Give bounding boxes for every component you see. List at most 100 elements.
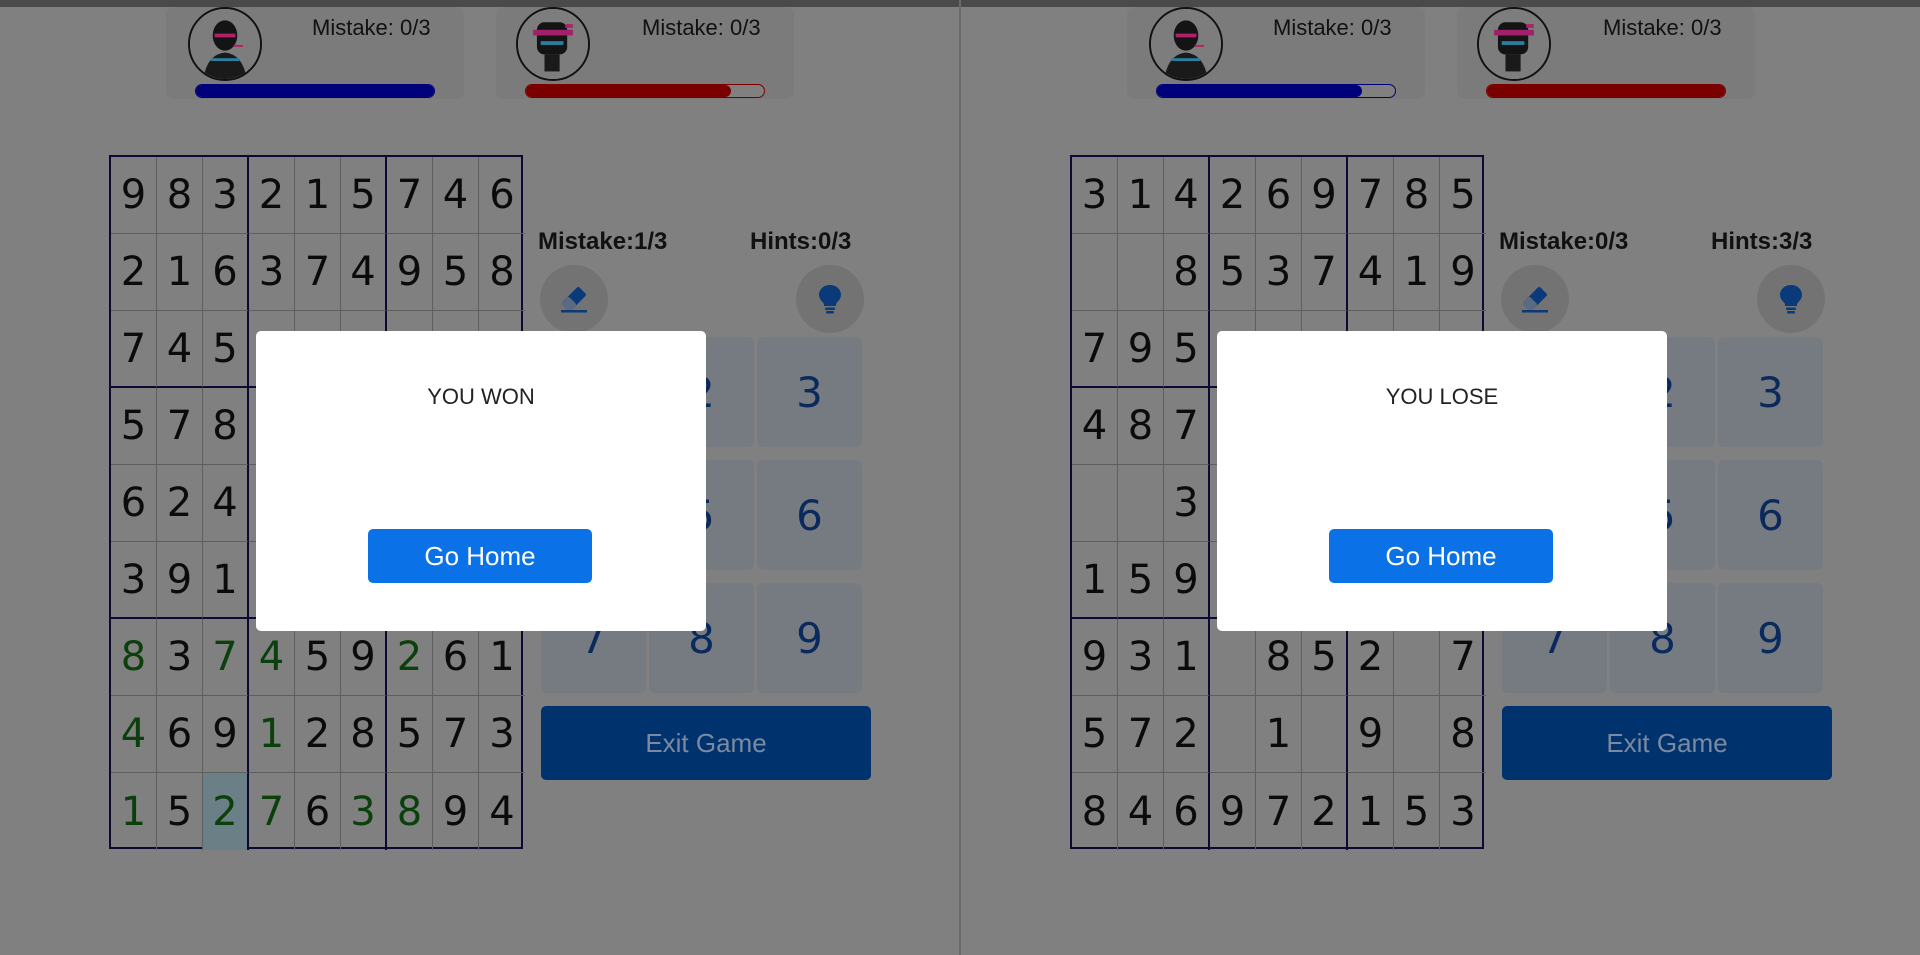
sudoku-cell[interactable]: 2 bbox=[203, 773, 249, 850]
hint-button[interactable] bbox=[796, 265, 864, 333]
erase-button[interactable] bbox=[1501, 265, 1569, 333]
sudoku-cell[interactable]: 1 bbox=[295, 157, 341, 234]
sudoku-cell[interactable]: 2 bbox=[1164, 696, 1210, 773]
sudoku-cell[interactable]: 8 bbox=[1440, 696, 1486, 773]
sudoku-cell[interactable]: 1 bbox=[111, 773, 157, 850]
sudoku-cell[interactable]: 7 bbox=[1072, 311, 1118, 388]
number-key-6[interactable]: 6 bbox=[757, 460, 862, 570]
sudoku-cell[interactable]: 3 bbox=[203, 157, 249, 234]
sudoku-cell[interactable]: 7 bbox=[249, 773, 295, 850]
sudoku-cell[interactable]: 7 bbox=[1256, 773, 1302, 850]
sudoku-cell[interactable]: 1 bbox=[203, 542, 249, 619]
sudoku-cell[interactable]: 3 bbox=[1072, 157, 1118, 234]
erase-button[interactable] bbox=[540, 265, 608, 333]
sudoku-cell[interactable]: 6 bbox=[295, 773, 341, 850]
sudoku-cell[interactable]: 7 bbox=[157, 388, 203, 465]
sudoku-cell[interactable]: 4 bbox=[1164, 157, 1210, 234]
sudoku-cell[interactable]: 3 bbox=[111, 542, 157, 619]
sudoku-cell[interactable] bbox=[1118, 465, 1164, 542]
sudoku-cell[interactable]: 4 bbox=[1348, 234, 1394, 311]
sudoku-cell[interactable]: 7 bbox=[295, 234, 341, 311]
sudoku-cell[interactable]: 3 bbox=[341, 773, 387, 850]
sudoku-cell[interactable] bbox=[1210, 696, 1256, 773]
sudoku-cell[interactable]: 3 bbox=[1118, 619, 1164, 696]
sudoku-cell[interactable]: 5 bbox=[1072, 696, 1118, 773]
sudoku-cell[interactable]: 5 bbox=[157, 773, 203, 850]
sudoku-cell[interactable] bbox=[1302, 696, 1348, 773]
sudoku-cell[interactable]: 5 bbox=[203, 311, 249, 388]
sudoku-cell[interactable]: 1 bbox=[157, 234, 203, 311]
sudoku-cell[interactable]: 8 bbox=[341, 696, 387, 773]
sudoku-cell[interactable]: 4 bbox=[433, 157, 479, 234]
sudoku-cell[interactable]: 9 bbox=[387, 234, 433, 311]
sudoku-cell[interactable]: 9 bbox=[1118, 311, 1164, 388]
sudoku-cell[interactable]: 2 bbox=[1210, 157, 1256, 234]
sudoku-cell[interactable]: 1 bbox=[1164, 619, 1210, 696]
sudoku-cell[interactable]: 6 bbox=[157, 696, 203, 773]
sudoku-cell[interactable]: 8 bbox=[387, 773, 433, 850]
sudoku-cell[interactable]: 5 bbox=[1210, 234, 1256, 311]
sudoku-cell[interactable] bbox=[1072, 234, 1118, 311]
sudoku-cell[interactable]: 6 bbox=[203, 234, 249, 311]
sudoku-cell[interactable]: 3 bbox=[249, 234, 295, 311]
sudoku-cell[interactable]: 7 bbox=[1118, 696, 1164, 773]
sudoku-cell[interactable]: 8 bbox=[203, 388, 249, 465]
sudoku-cell[interactable]: 7 bbox=[1302, 234, 1348, 311]
number-key-6[interactable]: 6 bbox=[1718, 460, 1823, 570]
sudoku-cell[interactable]: 4 bbox=[479, 773, 525, 850]
sudoku-cell[interactable]: 2 bbox=[295, 696, 341, 773]
sudoku-cell[interactable]: 6 bbox=[1256, 157, 1302, 234]
number-key-3[interactable]: 3 bbox=[757, 337, 862, 447]
sudoku-cell[interactable]: 9 bbox=[1348, 696, 1394, 773]
hint-button[interactable] bbox=[1757, 265, 1825, 333]
sudoku-cell[interactable] bbox=[1118, 234, 1164, 311]
sudoku-cell[interactable]: 1 bbox=[1118, 157, 1164, 234]
sudoku-cell[interactable]: 2 bbox=[111, 234, 157, 311]
sudoku-cell[interactable]: 8 bbox=[1118, 388, 1164, 465]
sudoku-cell[interactable]: 8 bbox=[479, 234, 525, 311]
sudoku-cell[interactable]: 7 bbox=[1164, 388, 1210, 465]
sudoku-cell[interactable]: 7 bbox=[433, 696, 479, 773]
sudoku-cell[interactable] bbox=[1394, 696, 1440, 773]
sudoku-cell[interactable]: 9 bbox=[203, 696, 249, 773]
sudoku-cell[interactable]: 4 bbox=[157, 311, 203, 388]
sudoku-cell[interactable]: 8 bbox=[1394, 157, 1440, 234]
sudoku-cell[interactable]: 6 bbox=[1164, 773, 1210, 850]
sudoku-cell[interactable]: 7 bbox=[387, 157, 433, 234]
sudoku-cell[interactable]: 3 bbox=[1256, 234, 1302, 311]
sudoku-cell[interactable]: 9 bbox=[1164, 542, 1210, 619]
sudoku-cell[interactable]: 8 bbox=[1072, 773, 1118, 850]
sudoku-cell[interactable]: 9 bbox=[1210, 773, 1256, 850]
sudoku-cell[interactable]: 7 bbox=[203, 619, 249, 696]
sudoku-cell[interactable]: 6 bbox=[111, 465, 157, 542]
sudoku-cell[interactable]: 1 bbox=[1072, 542, 1118, 619]
sudoku-cell[interactable]: 5 bbox=[1118, 542, 1164, 619]
sudoku-cell[interactable]: 8 bbox=[1164, 234, 1210, 311]
go-home-button[interactable]: Go Home bbox=[368, 529, 592, 583]
sudoku-cell[interactable]: 7 bbox=[1348, 157, 1394, 234]
sudoku-cell[interactable]: 9 bbox=[1440, 234, 1486, 311]
sudoku-cell[interactable]: 9 bbox=[1072, 619, 1118, 696]
sudoku-cell[interactable]: 4 bbox=[111, 696, 157, 773]
sudoku-cell[interactable]: 5 bbox=[433, 234, 479, 311]
sudoku-cell[interactable]: 8 bbox=[111, 619, 157, 696]
sudoku-cell[interactable]: 4 bbox=[1072, 388, 1118, 465]
sudoku-cell[interactable]: 9 bbox=[157, 542, 203, 619]
sudoku-cell[interactable]: 2 bbox=[249, 157, 295, 234]
sudoku-cell[interactable]: 4 bbox=[341, 234, 387, 311]
sudoku-cell[interactable]: 5 bbox=[111, 388, 157, 465]
sudoku-cell[interactable]: 6 bbox=[479, 157, 525, 234]
sudoku-cell[interactable]: 5 bbox=[1164, 311, 1210, 388]
number-key-9[interactable]: 9 bbox=[1718, 583, 1823, 693]
exit-game-button[interactable]: Exit Game bbox=[541, 706, 871, 780]
sudoku-cell[interactable]: 5 bbox=[1394, 773, 1440, 850]
sudoku-cell[interactable]: 1 bbox=[1348, 773, 1394, 850]
sudoku-cell[interactable]: 5 bbox=[341, 157, 387, 234]
sudoku-cell[interactable]: 8 bbox=[157, 157, 203, 234]
go-home-button[interactable]: Go Home bbox=[1329, 529, 1553, 583]
sudoku-cell[interactable]: 3 bbox=[157, 619, 203, 696]
sudoku-cell[interactable]: 9 bbox=[1302, 157, 1348, 234]
sudoku-cell[interactable]: 4 bbox=[203, 465, 249, 542]
sudoku-cell[interactable]: 3 bbox=[1440, 773, 1486, 850]
sudoku-cell[interactable]: 2 bbox=[1302, 773, 1348, 850]
